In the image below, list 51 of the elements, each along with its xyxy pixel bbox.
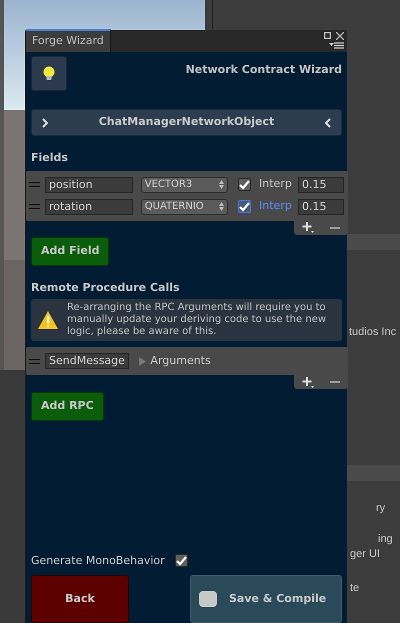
interpolate-checkbox[interactable] — [238, 178, 252, 191]
lightbulb-icon — [43, 66, 55, 81]
interpolate-value-input[interactable]: 0.15 — [298, 176, 344, 192]
background-text: ry — [376, 501, 386, 516]
check-icon — [239, 180, 250, 190]
rpc-name-input[interactable]: SendMessage — [45, 353, 129, 370]
check-icon — [176, 556, 187, 566]
background-text: tudios Inc — [349, 325, 396, 340]
type-dropdown[interactable]: QUATERNIO — [140, 198, 228, 214]
help-button[interactable] — [31, 56, 67, 91]
warning-icon — [37, 310, 59, 330]
background-text: ger UI — [350, 547, 380, 562]
interpolate-label: Interp — [259, 176, 293, 192]
chevron-left-icon — [325, 118, 331, 128]
section-title: Fields — [31, 150, 69, 166]
interpolate-checkbox[interactable] — [238, 200, 252, 213]
chevron-right-icon — [42, 118, 48, 128]
updown-icon — [218, 180, 224, 189]
save-compile-button[interactable]: Save & Compile — [190, 575, 342, 623]
generate-checkbox[interactable] — [174, 554, 188, 568]
check-icon — [239, 202, 250, 212]
close-icon[interactable] — [336, 32, 344, 40]
arguments-foldout[interactable]: Arguments — [139, 353, 211, 370]
interpolate-label: Interp — [259, 198, 293, 214]
drag-handle-icon[interactable] — [29, 204, 40, 209]
type-dropdown[interactable]: VECTOR3 — [140, 176, 228, 192]
background-text: ing — [378, 532, 393, 547]
field-name-input[interactable]: position — [45, 176, 133, 192]
section-title: Remote Procedure Calls — [31, 280, 181, 296]
menu-icon[interactable] — [329, 42, 344, 50]
window-tab[interactable]: Forge Wizard — [26, 28, 111, 52]
drag-handle-icon[interactable] — [29, 358, 40, 364]
plus-icon[interactable] — [302, 376, 314, 388]
add-field-button[interactable]: Add Field — [31, 237, 110, 266]
maximize-icon[interactable] — [324, 32, 331, 39]
wizard-heading: Network Contract Wizard — [186, 62, 342, 78]
interpolate-value-input[interactable]: 0.15 — [298, 198, 344, 214]
plus-icon[interactable] — [302, 222, 314, 233]
background-text: te — [350, 581, 360, 596]
drag-handle-icon[interactable] — [29, 182, 40, 187]
object-name-bar[interactable]: ChatManagerNetworkObject — [31, 109, 342, 136]
minus-icon[interactable] — [330, 226, 340, 228]
warning-message: Re-arranging the RPC Arguments will require you to manually update your deriving code to use the new logic, please be aware of this. — [67, 302, 328, 338]
field-name-input[interactable]: rotation — [45, 198, 133, 214]
updown-icon — [218, 202, 224, 211]
triangle-icon — [139, 356, 146, 366]
add-rpc-button[interactable]: Add RPC — [31, 392, 104, 420]
generate-label: Generate MonoBehavior — [31, 552, 165, 568]
minus-icon[interactable] — [330, 381, 340, 384]
back-button[interactable]: Back — [31, 575, 129, 623]
square-icon — [199, 591, 217, 607]
